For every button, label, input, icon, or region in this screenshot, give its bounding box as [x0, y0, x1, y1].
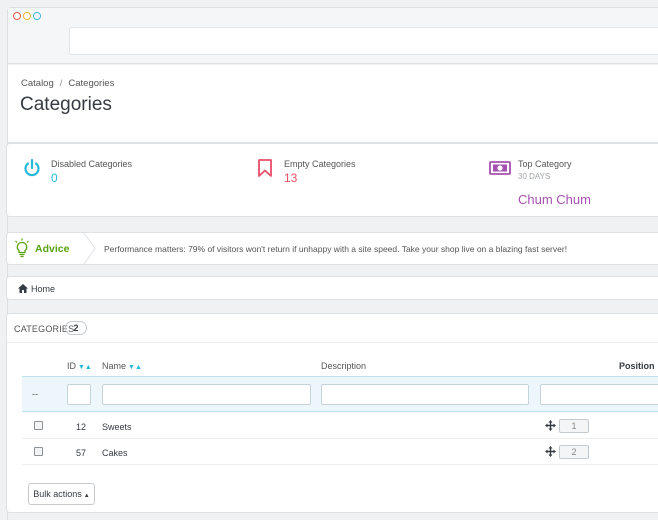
kpi-title: Disabled Categories	[51, 159, 133, 169]
bulk-actions-button[interactable]: Bulk actions ▲	[28, 483, 95, 505]
column-header-name-label: Name	[102, 361, 127, 371]
row-checkbox[interactable]	[34, 447, 43, 456]
advice-tag: Advice	[7, 233, 87, 264]
advice-text: Performance matters: 79% of visitors won…	[104, 244, 568, 254]
page-title: Categories	[20, 94, 112, 115]
categories-panel: CATEGORIES 2 ID ▼▲ Name ▼▲ Description Pos…	[6, 313, 658, 513]
address-bar[interactable]	[69, 27, 658, 55]
column-header-description-label: Description	[321, 361, 367, 371]
kpi-value: 0	[51, 171, 58, 185]
sort-arrows-icon[interactable]: ▼▲	[78, 364, 92, 371]
sort-arrows-icon[interactable]: ▼▲	[128, 364, 142, 371]
column-header-description: Description	[321, 361, 366, 371]
column-header-position-label: Position	[619, 361, 655, 371]
close-window-button[interactable]	[13, 12, 21, 20]
advice-label: Advice	[35, 243, 70, 255]
filter-position-input[interactable]	[540, 384, 658, 405]
breadcrumb-separator: /	[59, 78, 63, 89]
table-row[interactable]: 57 Cakes 2	[22, 439, 658, 465]
caret-up-icon: ▲	[83, 493, 90, 499]
row-name: Cakes	[102, 448, 128, 458]
row-id: 57	[75, 448, 86, 458]
window-controls	[13, 12, 41, 20]
row-checkbox[interactable]	[34, 421, 43, 430]
kpi-title: Top Category	[518, 159, 572, 169]
power-icon	[24, 158, 40, 177]
column-header-name[interactable]: Name ▼▲	[102, 361, 142, 371]
maximize-window-button[interactable]	[33, 12, 41, 20]
breadcrumb: Catalog / Categories	[21, 78, 114, 89]
column-header-id[interactable]: ID ▼▲	[67, 361, 92, 371]
kpi-subtitle: 30 DAYS	[518, 172, 551, 181]
filter-placeholder: --	[32, 389, 38, 399]
bulk-actions-label: Bulk actions	[33, 489, 82, 499]
row-name: Sweets	[102, 422, 132, 432]
kpi-row: Disabled Categories 0 Empty Categories 1…	[6, 143, 658, 217]
breadcrumb-current: Categories	[68, 78, 115, 89]
column-header-id-label: ID	[67, 361, 76, 371]
kpi-value: 13	[284, 171, 298, 185]
position-value: 1	[559, 419, 589, 433]
count-badge: 2	[65, 321, 87, 335]
advice-bar: Advice Performance matters: 79% of visit…	[6, 232, 658, 265]
breadcrumb-catalog-link[interactable]: Catalog	[21, 78, 54, 89]
home-icon	[18, 284, 28, 293]
kpi-value: Chum Chum	[518, 192, 591, 207]
filter-row: --	[22, 376, 658, 412]
filter-id-input[interactable]	[67, 384, 91, 405]
banknote-icon	[489, 161, 511, 175]
drag-handle-icon[interactable]	[545, 446, 556, 457]
position-value: 2	[559, 445, 589, 459]
row-id: 12	[75, 422, 86, 432]
page-header: Catalog / Categories Categories	[8, 65, 658, 143]
browser-titlebar	[8, 8, 658, 64]
kpi-title: Empty Categories	[284, 159, 356, 169]
drag-handle-icon[interactable]	[545, 420, 556, 431]
advice-chevron	[83, 233, 96, 264]
category-breadcrumb-bar: Home	[6, 276, 658, 300]
minimize-window-button[interactable]	[23, 12, 31, 20]
filter-name-input[interactable]	[102, 384, 311, 405]
home-link[interactable]: Home	[31, 284, 55, 294]
bookmark-icon	[258, 159, 272, 177]
lightbulb-icon	[15, 238, 29, 258]
panel-divider	[7, 342, 658, 343]
table-row[interactable]: 12 Sweets 1	[22, 413, 658, 439]
column-header-position[interactable]: Position▼	[619, 361, 658, 371]
filter-description-input[interactable]	[321, 384, 529, 405]
